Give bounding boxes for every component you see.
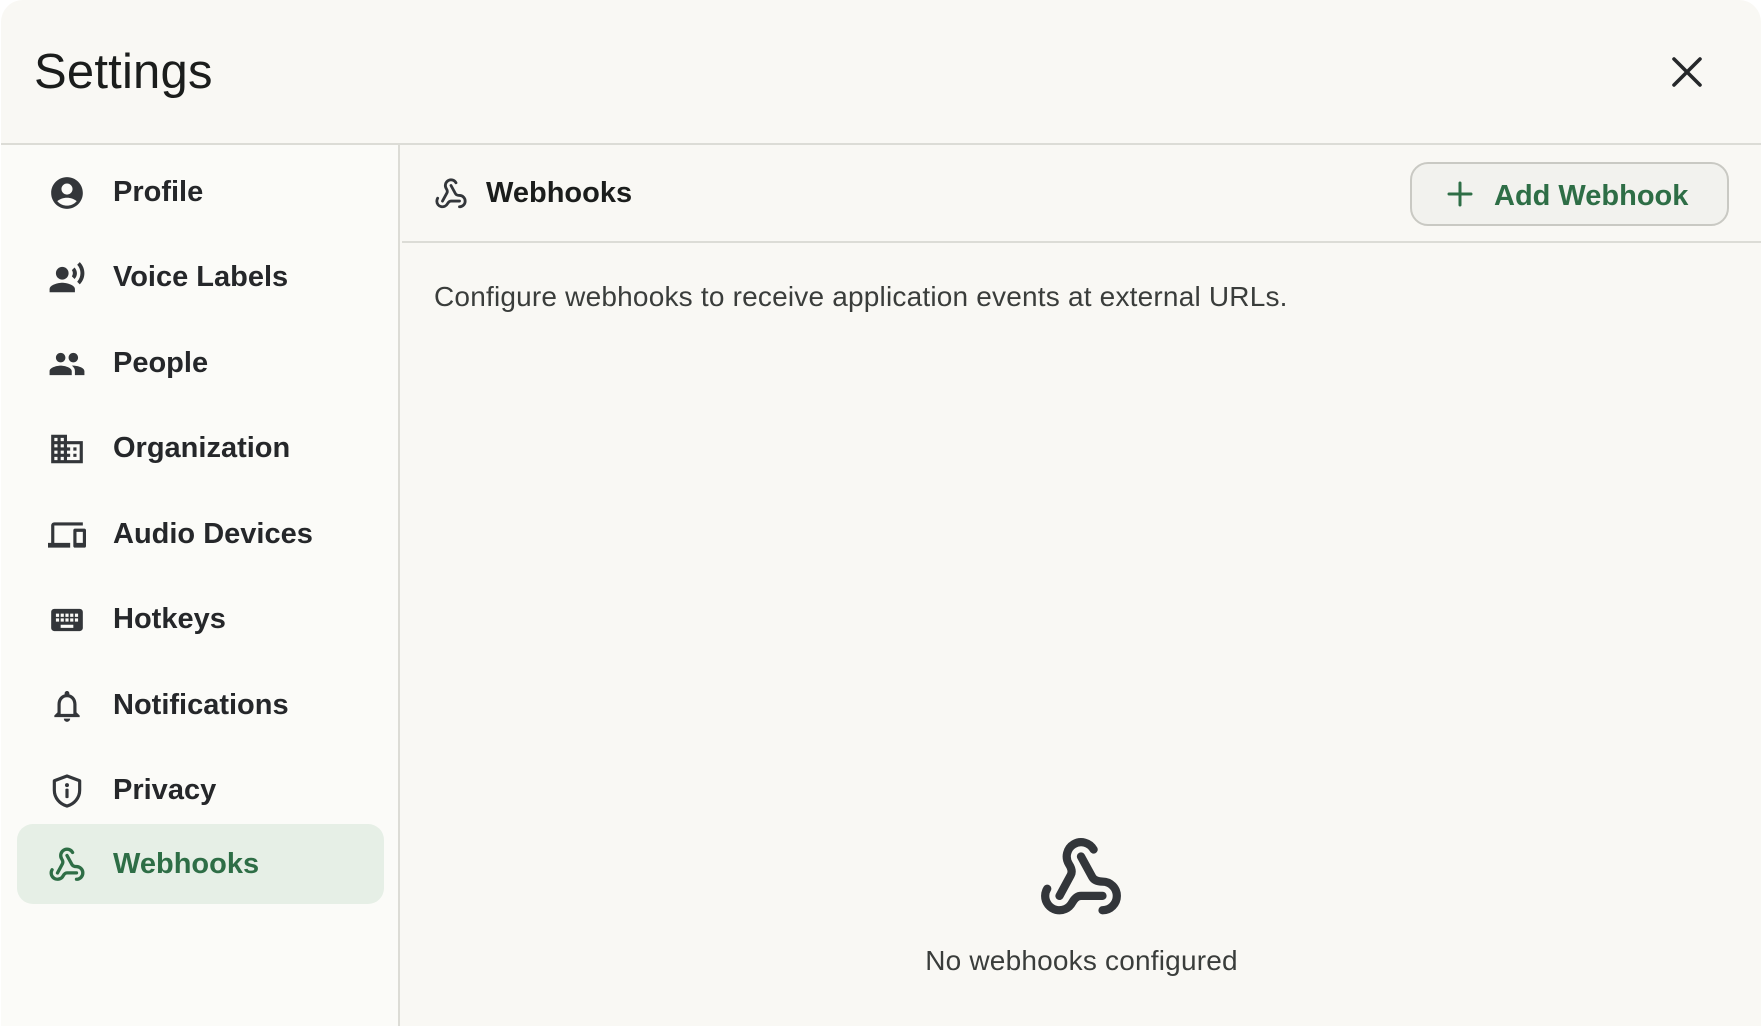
building-icon [51,434,83,464]
sidebar-item-label: Voice Labels [113,260,289,293]
dialog-header: Settings [1,0,1761,145]
sidebar-item-voice-labels[interactable]: Voice Labels [17,237,384,317]
sidebar-item-label: Privacy [113,773,217,806]
settings-dialog: Settings Profile Voice Labels People Org… [1,0,1761,1026]
sidebar-item-label: Notifications [113,688,289,721]
panel-description: Configure webhooks to receive applicatio… [434,281,1288,312]
sidebar-item-label: Profile [113,175,204,208]
panel-header: Webhooks Add Webhook [402,145,1761,243]
sidebar-item-hotkeys[interactable]: Hotkeys [17,579,384,659]
close-icon [1672,57,1702,87]
empty-state-message: No webhooks configured [925,945,1238,976]
panel-title: Webhooks [486,177,633,209]
sidebar-item-profile[interactable]: Profile [17,152,384,232]
devices-icon [48,522,86,548]
settings-sidebar: Profile Voice Labels People Organization [1,145,400,1026]
people-icon [49,352,85,376]
sidebar-item-label: People [113,346,209,379]
close-button[interactable] [1663,48,1711,96]
sidebar-item-people[interactable]: People [17,323,384,403]
plus-icon [1447,181,1473,207]
sidebar-item-label: Webhooks [113,847,260,880]
bell-icon [54,690,80,722]
webhook-icon [1041,838,1121,915]
sidebar-item-organization[interactable]: Organization [17,408,384,488]
sidebar-item-webhooks[interactable]: Webhooks [17,824,384,904]
sidebar-item-audio-devices[interactable]: Audio Devices [17,494,384,574]
account-circle-icon [51,177,83,209]
keyboard-icon [51,608,83,632]
webhook-icon [49,847,85,881]
dialog-title: Settings [34,45,213,99]
sidebar-item-privacy[interactable]: Privacy [17,750,384,830]
sidebar-item-label: Organization [113,431,291,464]
webhook-icon [435,178,467,209]
record-voice-icon [49,262,85,293]
sidebar-item-label: Audio Devices [113,517,313,550]
shield-icon [52,774,82,808]
add-webhook-button[interactable]: Add Webhook [1410,162,1729,226]
sidebar-item-label: Hotkeys [113,602,226,635]
webhooks-panel: Webhooks Add Webhook Configure webhooks … [402,145,1761,1026]
add-webhook-label: Add Webhook [1494,180,1689,212]
sidebar-item-notifications[interactable]: Notifications [17,665,384,745]
